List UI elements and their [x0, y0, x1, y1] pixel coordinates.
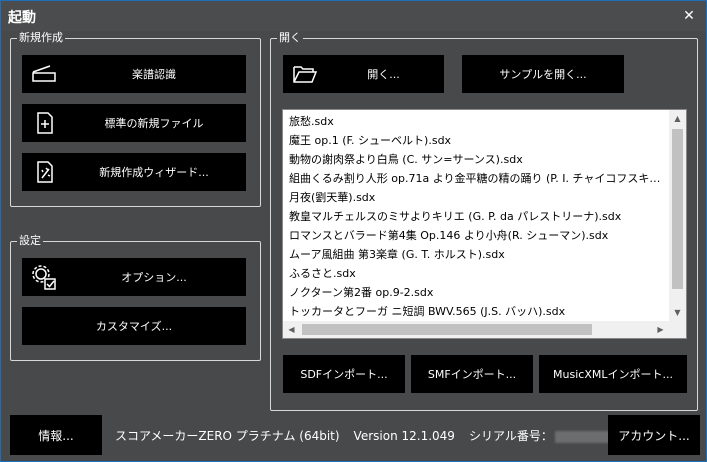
score-recognition-label: 楽譜認識	[132, 68, 176, 81]
horizontal-scrollbar[interactable]: ◀ ▶	[283, 321, 669, 338]
musicxml-import-button[interactable]: MusicXMLインポート...	[539, 355, 687, 393]
version-text: Version 12.1.049	[353, 429, 455, 443]
open-label: 開く...	[367, 68, 400, 81]
new-file-wizard-label: 新規作成ウィザード...	[99, 166, 209, 179]
customize-label: カスタマイズ...	[95, 320, 173, 333]
file-list-item[interactable]: ふるさと.sdx	[283, 264, 669, 283]
file-list-item[interactable]: ロマンスとバラード第4集 Op.146 より小舟(R. シューマン).sdx	[283, 226, 669, 245]
new-file-wizard-button[interactable]: 新規作成ウィザード...	[22, 153, 246, 191]
open-sample-label: サンプルを開く...	[499, 68, 587, 81]
folder-open-icon	[291, 60, 319, 88]
startup-window: 起動 ✕ 新規作成 楽譜認識 標準の新規ファイル 新規作成ウィザード... 設定…	[0, 0, 707, 462]
new-file-icon	[30, 109, 58, 137]
file-list-item[interactable]: ムーア風組曲 第3楽章 (G. T. ホルスト).sdx	[283, 245, 669, 264]
file-list-item[interactable]: 組曲くるみ割り人形 op.71a より金平糖の精の踊り (P. I. チャイコフ…	[283, 169, 669, 188]
window-title: 起動	[8, 10, 36, 26]
options-label: オプション...	[121, 271, 187, 284]
customize-button[interactable]: カスタマイズ...	[22, 307, 246, 345]
file-list-item[interactable]: 動物の謝肉祭より白鳥 (C. サン=サーンス).sdx	[283, 150, 669, 169]
account-button[interactable]: アカウント...	[608, 415, 700, 455]
file-list-item[interactable]: ノクターン第2番 op.9-2.sdx	[283, 283, 669, 302]
scanner-icon	[30, 60, 58, 88]
title-bar: 起動 ✕	[1, 1, 706, 31]
product-name: スコアメーカーZERO プラチナム (64bit)	[115, 429, 340, 443]
open-button[interactable]: 開く...	[283, 55, 444, 93]
horizontal-scroll-thumb[interactable]	[302, 324, 592, 335]
recent-files-list[interactable]: 旅愁.sdx 魔王 op.1 (F. シューベルト).sdx 動物の謝肉祭より白鳥 …	[282, 109, 687, 339]
file-list-item[interactable]: 旅愁.sdx	[283, 112, 669, 131]
score-recognition-button[interactable]: 楽譜認識	[22, 55, 246, 93]
scroll-right-icon[interactable]: ▶	[652, 321, 669, 338]
status-bar: スコアメーカーZERO プラチナム (64bit) Version 12.1.04…	[115, 427, 631, 444]
vertical-scroll-thumb[interactable]	[672, 129, 683, 289]
gear-check-icon	[30, 263, 58, 291]
vertical-scrollbar[interactable]: ▲ ▼	[669, 110, 686, 321]
file-list-item[interactable]: 教皇マルチェルスのミサよりキリエ (G. P. da パレストリーナ).sdx	[283, 207, 669, 226]
scrollbar-corner	[669, 321, 686, 338]
open-group-label: 開く	[277, 31, 303, 45]
smf-import-button[interactable]: SMFインポート...	[411, 355, 533, 393]
standard-new-file-label: 標準の新規ファイル	[104, 117, 204, 130]
wizard-icon	[30, 158, 58, 186]
options-button[interactable]: オプション...	[22, 258, 246, 296]
file-list-item[interactable]: トッカータとフーガ ニ短調 BWV.565 (J.S. バッハ).sdx	[283, 302, 669, 321]
scroll-down-icon[interactable]: ▼	[669, 304, 686, 321]
close-button[interactable]: ✕	[678, 6, 700, 26]
settings-group-label: 設定	[17, 234, 43, 248]
new-group-label: 新規作成	[17, 31, 65, 45]
info-button[interactable]: 情報...	[10, 415, 102, 455]
serial-label: シリアル番号：	[468, 429, 553, 443]
standard-new-file-button[interactable]: 標準の新規ファイル	[22, 104, 246, 142]
scroll-up-icon[interactable]: ▲	[669, 110, 686, 127]
scroll-left-icon[interactable]: ◀	[283, 321, 300, 338]
file-items: 旅愁.sdx 魔王 op.1 (F. シューベルト).sdx 動物の謝肉祭より白鳥 …	[283, 110, 669, 321]
file-list-item[interactable]: 月夜(劉天華).sdx	[283, 188, 669, 207]
file-list-item[interactable]: 魔王 op.1 (F. シューベルト).sdx	[283, 131, 669, 150]
sdf-import-button[interactable]: SDFインポート...	[283, 355, 405, 393]
open-sample-button[interactable]: サンプルを開く...	[462, 55, 624, 93]
